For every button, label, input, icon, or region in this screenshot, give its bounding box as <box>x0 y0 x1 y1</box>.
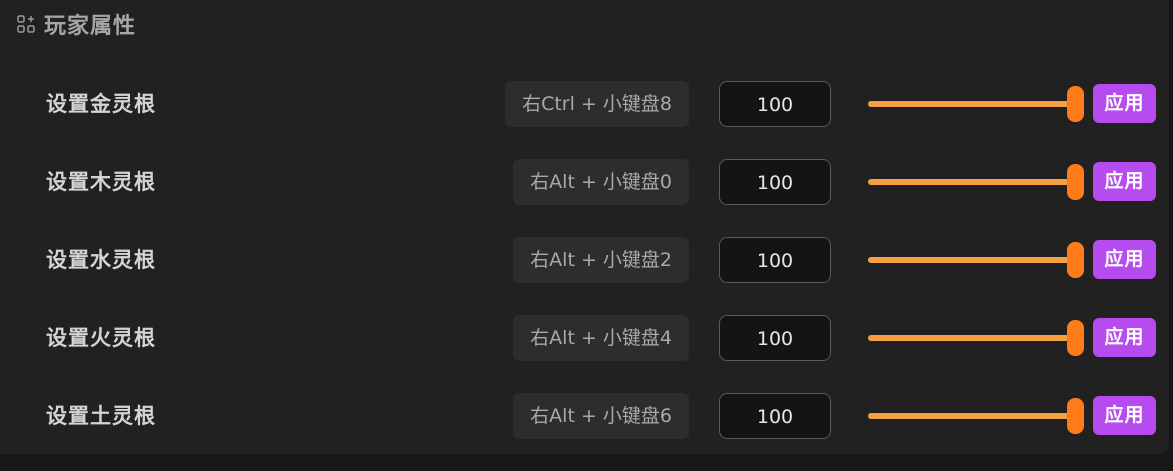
slider-thumb[interactable] <box>1067 320 1084 356</box>
hotkey-badge: 右Alt + 小键盘6 <box>513 393 689 439</box>
attribute-row-metal: 设置金灵根 右Ctrl + 小键盘8 100 应用 <box>0 80 1169 128</box>
apply-button[interactable]: 应用 <box>1093 396 1156 435</box>
attribute-label: 设置木灵根 <box>46 170 156 194</box>
apply-button[interactable]: 应用 <box>1093 162 1156 201</box>
section-title: 玩家属性 <box>44 14 137 39</box>
value-slider[interactable] <box>868 314 1084 362</box>
value-input[interactable]: 100 <box>719 237 831 283</box>
section-header: 玩家属性 <box>17 8 136 40</box>
hotkey-badge: 右Alt + 小键盘4 <box>513 315 689 361</box>
value-slider[interactable] <box>868 236 1084 284</box>
value-slider[interactable] <box>868 80 1084 128</box>
attribute-label: 设置土灵根 <box>46 404 156 428</box>
value-slider[interactable] <box>868 392 1084 440</box>
attribute-row-fire: 设置火灵根 右Alt + 小键盘4 100 应用 <box>0 314 1169 362</box>
slider-fill <box>868 179 1078 185</box>
hotkey-badge: 右Alt + 小键盘2 <box>513 237 689 283</box>
attribute-label: 设置水灵根 <box>46 248 156 272</box>
value-input[interactable]: 100 <box>719 315 831 361</box>
attribute-label: 设置金灵根 <box>46 92 156 116</box>
hotkey-badge: 右Alt + 小键盘0 <box>513 159 689 205</box>
slider-fill <box>868 257 1078 263</box>
player-attributes-panel: 玩家属性 设置金灵根 右Ctrl + 小键盘8 100 应用 设置木灵根 右Al… <box>0 0 1169 454</box>
apply-button[interactable]: 应用 <box>1093 84 1156 123</box>
slider-thumb[interactable] <box>1067 398 1084 434</box>
attribute-row-water: 设置水灵根 右Alt + 小键盘2 100 应用 <box>0 236 1169 284</box>
slider-thumb[interactable] <box>1067 86 1084 122</box>
slider-fill <box>868 101 1078 107</box>
apply-button[interactable]: 应用 <box>1093 240 1156 279</box>
attribute-row-earth: 设置土灵根 右Alt + 小键盘6 100 应用 <box>0 392 1169 440</box>
value-input[interactable]: 100 <box>719 393 831 439</box>
slider-thumb[interactable] <box>1067 242 1084 278</box>
apply-button[interactable]: 应用 <box>1093 318 1156 357</box>
slider-fill <box>868 335 1078 341</box>
grid-plus-icon <box>17 15 35 33</box>
attribute-label: 设置火灵根 <box>46 326 156 350</box>
hotkey-badge: 右Ctrl + 小键盘8 <box>505 81 689 127</box>
slider-fill <box>868 413 1078 419</box>
value-slider[interactable] <box>868 158 1084 206</box>
slider-thumb[interactable] <box>1067 164 1084 200</box>
value-input[interactable]: 100 <box>719 81 831 127</box>
attribute-row-wood: 设置木灵根 右Alt + 小键盘0 100 应用 <box>0 158 1169 206</box>
value-input[interactable]: 100 <box>719 159 831 205</box>
